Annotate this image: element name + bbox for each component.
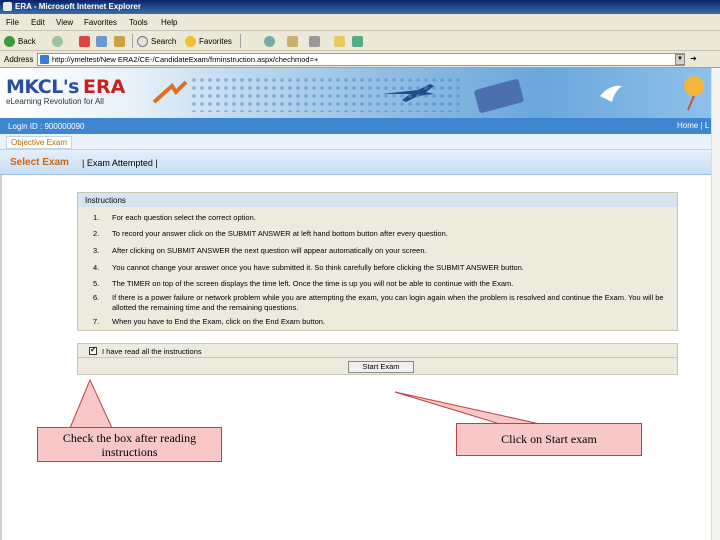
callout-start-exam: Click on Start exam [456, 423, 642, 456]
callout-check-box: Check the box after reading instructions [37, 427, 222, 462]
